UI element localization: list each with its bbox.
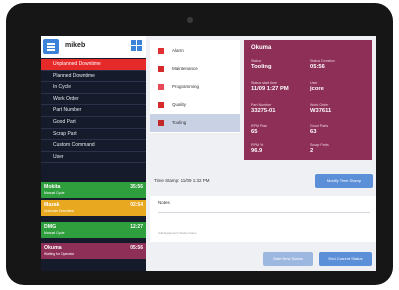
state-row[interactable]: Alarm xyxy=(150,42,240,60)
menu-item[interactable]: Custom Command xyxy=(41,140,146,152)
machine-status: Manual Cycle xyxy=(44,191,65,195)
field-value: jcore xyxy=(310,86,324,92)
field-label: Work Order xyxy=(310,103,329,107)
left-panel: mikeb Unplanned Downtime Planned Downtim… xyxy=(41,36,146,271)
field-value: 05:56 xyxy=(310,64,325,70)
field-label: Status xyxy=(251,59,262,63)
field-value: 96.9 xyxy=(251,148,263,154)
state-label: Tooling xyxy=(172,120,187,125)
field-label: Status Duration xyxy=(310,59,335,63)
tablet-bezel: mikeb Unplanned Downtime Planned Downtim… xyxy=(6,3,393,285)
menu-item[interactable]: Planned Downtime xyxy=(41,71,146,83)
detail-field: RPM % 96.9 xyxy=(251,143,309,154)
state-color-swatch xyxy=(158,66,164,72)
state-row[interactable]: Maintenance xyxy=(150,60,240,78)
machine-status: Manual Cycle xyxy=(44,231,65,235)
field-value: 11/09 1:27 PM xyxy=(251,86,289,92)
state-category-menu: Unplanned Downtime Planned Downtime In C… xyxy=(41,59,146,164)
field-label: RPM Plan xyxy=(251,124,268,128)
notes-divider xyxy=(158,212,370,213)
notes-placeholder: Add Equipment Status Notes xyxy=(158,231,197,235)
notes-label: Notes xyxy=(158,200,170,205)
field-label: Part Number xyxy=(251,103,272,107)
menu-item[interactable]: Scrap Part xyxy=(41,129,146,141)
state-color-swatch xyxy=(158,102,164,108)
machine-name: DMG xyxy=(44,224,57,230)
machine-tile[interactable]: Mazak Unknown Downtime 02:54 xyxy=(41,200,146,216)
state-label: Alarm xyxy=(172,48,184,53)
state-row[interactable]: Programming xyxy=(150,78,240,96)
field-label: User xyxy=(310,81,318,85)
field-value: 2 xyxy=(310,148,314,154)
tablet-screen: mikeb Unplanned Downtime Planned Downtim… xyxy=(41,36,376,271)
start-new-status-button[interactable]: Start New Status xyxy=(263,252,313,266)
machine-time: 02:54 xyxy=(130,202,143,208)
camera-dot xyxy=(187,17,193,23)
detail-field: RPM Plan 65 xyxy=(251,124,309,135)
field-value: Tooling xyxy=(251,64,272,70)
machine-name: Mazak xyxy=(44,202,60,208)
detail-field: User jcore xyxy=(310,81,368,92)
state-label: Maintenance xyxy=(172,66,198,71)
machine-time: 12:27 xyxy=(130,224,143,230)
time-stamp-label: Time Stamp: 11/09 1:32 PM xyxy=(154,178,210,183)
field-value: 65 xyxy=(251,129,258,135)
grid-icon[interactable] xyxy=(131,40,143,52)
detail-field: Status Duration 05:56 xyxy=(310,59,368,70)
notes-field[interactable]: Notes Add Equipment Status Notes xyxy=(150,196,376,242)
machine-detail-card: Okuma Status Tooling Status Duration 05:… xyxy=(244,40,372,160)
state-list: Alarm Maintenance Programming Quality To… xyxy=(150,40,240,133)
state-color-swatch xyxy=(158,84,164,90)
detail-title: Okuma xyxy=(251,45,272,51)
detail-field: Status start time 11/09 1:27 PM xyxy=(251,81,309,92)
state-row[interactable]: Tooling xyxy=(150,114,240,132)
menu-item[interactable]: Work Order xyxy=(41,94,146,106)
menu-item[interactable]: Good Part xyxy=(41,117,146,129)
state-label: Quality xyxy=(172,102,187,107)
machine-tile[interactable]: Okuma Waiting for Operator 05:56 xyxy=(41,243,146,259)
machine-name: Okuma xyxy=(44,245,62,251)
menu-item[interactable]: Part Number xyxy=(41,105,146,117)
field-label: Scrap Parts xyxy=(310,143,329,147)
hamburger-menu-icon[interactable] xyxy=(43,39,59,54)
top-bar: mikeb xyxy=(41,36,146,58)
field-label: Good Parts xyxy=(310,124,329,128)
menu-item[interactable]: User xyxy=(41,152,146,164)
machine-status: Waiting for Operator xyxy=(44,252,75,256)
state-color-swatch xyxy=(158,120,164,126)
field-value: W37611 xyxy=(310,108,332,114)
field-value: 33275-01 xyxy=(251,108,276,114)
menu-item[interactable]: Unplanned Downtime xyxy=(41,59,146,71)
field-label: RPM % xyxy=(251,143,264,147)
detail-field: Part Number 33275-01 xyxy=(251,103,309,114)
machine-time: 35:56 xyxy=(130,184,143,190)
menu-item[interactable]: In Cycle xyxy=(41,82,146,94)
state-row[interactable]: Quality xyxy=(150,96,240,114)
machine-status: Unknown Downtime xyxy=(44,209,75,213)
detail-field: Work Order W37611 xyxy=(310,103,368,114)
state-label: Programming xyxy=(172,84,200,89)
logo-text: mikeb xyxy=(65,42,86,49)
machine-time: 05:56 xyxy=(130,245,143,251)
machine-name: Mokita xyxy=(44,184,61,190)
field-value: 63 xyxy=(310,129,317,135)
machine-tile[interactable]: DMG Manual Cycle 12:27 xyxy=(41,222,146,238)
detail-field: Scrap Parts 2 xyxy=(310,143,368,154)
modify-time-stamp-button[interactable]: Modify Time Stamp xyxy=(315,174,373,188)
field-label: Status start time xyxy=(251,81,277,85)
machine-tile[interactable]: Mokita Manual Cycle 35:56 xyxy=(41,182,146,198)
state-color-swatch xyxy=(158,48,164,54)
end-current-status-button[interactable]: End Current Status xyxy=(319,252,372,266)
detail-field: Status Tooling xyxy=(251,59,309,70)
detail-field: Good Parts 63 xyxy=(310,124,368,135)
